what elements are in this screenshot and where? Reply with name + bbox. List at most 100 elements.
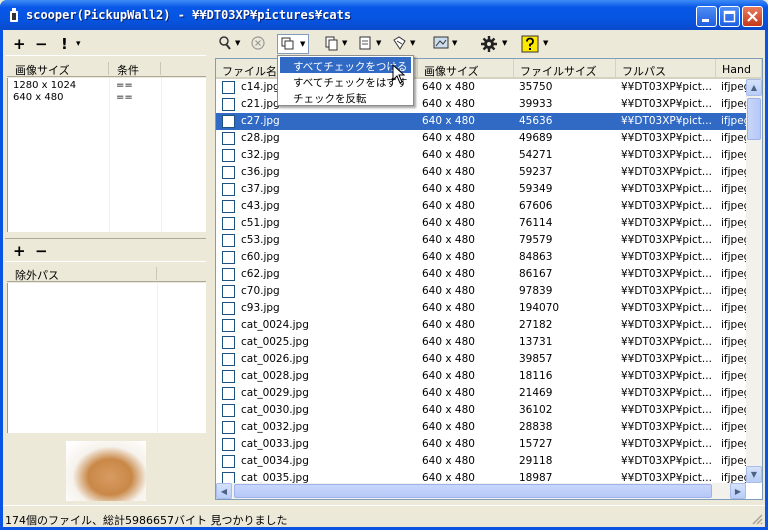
condition-dropdown-arrow[interactable]: ▾ bbox=[76, 39, 81, 49]
copy-icon[interactable] bbox=[325, 35, 339, 53]
table-row[interactable]: cat_0028.jpg 640 x 480 18116 ¥¥DT03XP¥pict.… bbox=[216, 368, 746, 385]
list-item[interactable]: 1280 x 1024 == bbox=[8, 80, 205, 92]
add-size-filter-button[interactable]: + bbox=[13, 35, 26, 53]
table-row[interactable]: c60.jpg 640 x 480 84863 ¥¥DT03XP¥pict... ifj… bbox=[216, 249, 746, 266]
table-row[interactable]: c32.jpg 640 x 480 54271 ¥¥DT03XP¥pict... ifj… bbox=[216, 147, 746, 164]
table-row[interactable]: cat_0025.jpg 640 x 480 13731 ¥¥DT03XP¥pict.… bbox=[216, 334, 746, 351]
table-row[interactable]: cat_0035.jpg 640 x 480 18987 ¥¥DT03XP¥pict.… bbox=[216, 470, 746, 483]
row-checkbox[interactable] bbox=[222, 438, 235, 451]
close-button[interactable] bbox=[742, 6, 763, 27]
scroll-down-button[interactable]: ▼ bbox=[746, 466, 762, 483]
view-icon[interactable] bbox=[433, 35, 449, 53]
row-checkbox[interactable] bbox=[222, 183, 235, 196]
table-row[interactable]: cat_0034.jpg 640 x 480 29118 ¥¥DT03XP¥pict.… bbox=[216, 453, 746, 470]
row-checkbox[interactable] bbox=[222, 81, 235, 94]
table-row[interactable]: c62.jpg 640 x 480 86167 ¥¥DT03XP¥pict... ifj… bbox=[216, 266, 746, 283]
row-checkbox[interactable] bbox=[222, 234, 235, 247]
table-row[interactable]: c70.jpg 640 x 480 97839 ¥¥DT03XP¥pict... ifj… bbox=[216, 283, 746, 300]
col-full-path[interactable]: フルパス bbox=[616, 59, 716, 77]
col-condition[interactable]: 条件 bbox=[109, 62, 161, 77]
row-checkbox[interactable] bbox=[222, 421, 235, 434]
file-size: 21469 bbox=[519, 387, 553, 399]
row-checkbox[interactable] bbox=[222, 98, 235, 111]
window-title: scooper(PickupWall2) - ¥¥DT03XP¥pictures… bbox=[26, 8, 352, 22]
table-row[interactable]: cat_0024.jpg 640 x 480 27182 ¥¥DT03XP¥pict.… bbox=[216, 317, 746, 334]
col-exclude-path[interactable]: 除外パス bbox=[7, 267, 157, 282]
remove-size-filter-button[interactable]: − bbox=[35, 35, 48, 53]
scroll-up-button[interactable]: ▲ bbox=[746, 79, 762, 96]
row-checkbox[interactable] bbox=[222, 268, 235, 281]
row-checkbox[interactable] bbox=[222, 404, 235, 417]
table-row[interactable]: cat_0030.jpg 640 x 480 36102 ¥¥DT03XP¥pict.… bbox=[216, 402, 746, 419]
add-exclude-path-button[interactable]: + bbox=[13, 242, 26, 260]
row-checkbox[interactable] bbox=[222, 319, 235, 332]
search-dropdown-arrow[interactable]: ▼ bbox=[235, 39, 240, 47]
horizontal-scrollbar[interactable]: ◀ ▶ bbox=[216, 483, 746, 499]
table-row[interactable]: c27.jpg 640 x 480 45636 ¥¥DT03XP¥pict... ifj… bbox=[216, 113, 746, 130]
row-checkbox[interactable] bbox=[222, 132, 235, 145]
settings-gear-icon[interactable] bbox=[480, 35, 498, 53]
col-image-size[interactable]: 画像サイズ bbox=[418, 59, 514, 77]
table-row[interactable]: c43.jpg 640 x 480 67606 ¥¥DT03XP¥pict... ifj… bbox=[216, 198, 746, 215]
copy-dropdown-arrow[interactable]: ▼ bbox=[342, 39, 347, 47]
menu-item-invert-check[interactable]: チェックを反転 bbox=[280, 89, 411, 105]
help-dropdown-arrow[interactable]: ▼ bbox=[543, 39, 548, 47]
row-checkbox[interactable] bbox=[222, 455, 235, 468]
row-checkbox[interactable] bbox=[222, 115, 235, 128]
vertical-scrollbar[interactable]: ▲ ▼ bbox=[746, 79, 762, 483]
full-path: ¥¥DT03XP¥pict... bbox=[621, 302, 712, 314]
delete-dropdown-arrow[interactable]: ▼ bbox=[410, 39, 415, 47]
table-row[interactable]: cat_0026.jpg 640 x 480 39857 ¥¥DT03XP¥pict.… bbox=[216, 351, 746, 368]
settings-dropdown-arrow[interactable]: ▼ bbox=[502, 39, 507, 47]
full-path: ¥¥DT03XP¥pict... bbox=[621, 421, 712, 433]
row-checkbox[interactable] bbox=[222, 251, 235, 264]
stop-icon[interactable] bbox=[251, 35, 265, 53]
row-checkbox[interactable] bbox=[222, 387, 235, 400]
search-icon[interactable] bbox=[218, 35, 232, 53]
size-filter-list[interactable]: 1280 x 1024 == 640 x 480 == bbox=[7, 78, 206, 232]
move-icon[interactable] bbox=[358, 35, 372, 53]
view-dropdown-arrow[interactable]: ▼ bbox=[452, 39, 457, 47]
row-checkbox[interactable] bbox=[222, 302, 235, 315]
table-row[interactable]: c93.jpg 640 x 480 194070 ¥¥DT03XP¥pict... if… bbox=[216, 300, 746, 317]
file-list[interactable]: ファイル名 画像サイズ ファイルサイズ フルパス Hand c14.jpg 640… bbox=[215, 58, 763, 500]
col-file-size[interactable]: ファイルサイズ bbox=[514, 59, 616, 77]
resize-grip-icon[interactable] bbox=[751, 513, 763, 525]
row-checkbox[interactable] bbox=[222, 336, 235, 349]
move-dropdown-arrow[interactable]: ▼ bbox=[376, 39, 381, 47]
exclude-path-list[interactable] bbox=[7, 283, 206, 433]
table-row[interactable]: cat_0029.jpg 640 x 480 21469 ¥¥DT03XP¥pict.… bbox=[216, 385, 746, 402]
table-row[interactable]: c51.jpg 640 x 480 76114 ¥¥DT03XP¥pict... ifj… bbox=[216, 215, 746, 232]
table-row[interactable]: c53.jpg 640 x 480 79579 ¥¥DT03XP¥pict... ifj… bbox=[216, 232, 746, 249]
row-checkbox[interactable] bbox=[222, 149, 235, 162]
check-menu-button[interactable]: ▼ bbox=[277, 34, 309, 54]
row-checkbox[interactable] bbox=[222, 472, 235, 483]
col-image-size[interactable]: 画像サイズ bbox=[7, 62, 109, 77]
row-checkbox[interactable] bbox=[222, 200, 235, 213]
condition-button[interactable]: ! bbox=[61, 35, 68, 53]
full-path: ¥¥DT03XP¥pict... bbox=[621, 251, 712, 263]
vertical-scroll-thumb[interactable] bbox=[747, 98, 761, 140]
table-row[interactable]: c37.jpg 640 x 480 59349 ¥¥DT03XP¥pict... ifj… bbox=[216, 181, 746, 198]
minimize-button[interactable] bbox=[696, 6, 717, 27]
row-checkbox[interactable] bbox=[222, 217, 235, 230]
remove-exclude-path-button[interactable]: − bbox=[35, 242, 48, 260]
maximize-button[interactable] bbox=[719, 6, 740, 27]
row-checkbox[interactable] bbox=[222, 166, 235, 179]
scroll-left-button[interactable]: ◀ bbox=[216, 483, 232, 499]
list-item[interactable]: 640 x 480 == bbox=[8, 92, 205, 104]
table-row[interactable]: c28.jpg 640 x 480 49689 ¥¥DT03XP¥pict... ifj… bbox=[216, 130, 746, 147]
help-icon[interactable] bbox=[521, 35, 539, 53]
table-row[interactable]: cat_0033.jpg 640 x 480 15727 ¥¥DT03XP¥pict.… bbox=[216, 436, 746, 453]
row-checkbox[interactable] bbox=[222, 353, 235, 366]
scroll-right-button[interactable]: ▶ bbox=[730, 483, 746, 499]
row-checkbox[interactable] bbox=[222, 370, 235, 383]
col-handler[interactable]: Hand bbox=[716, 59, 762, 77]
table-row[interactable]: c36.jpg 640 x 480 59237 ¥¥DT03XP¥pict... ifj… bbox=[216, 164, 746, 181]
delete-icon[interactable] bbox=[391, 35, 407, 53]
title-bar[interactable]: scooper(PickupWall2) - ¥¥DT03XP¥pictures… bbox=[0, 0, 768, 30]
table-row[interactable]: cat_0032.jpg 640 x 480 28838 ¥¥DT03XP¥pict.… bbox=[216, 419, 746, 436]
horizontal-scroll-thumb[interactable] bbox=[234, 484, 712, 498]
row-checkbox[interactable] bbox=[222, 285, 235, 298]
image-dimensions: 640 x 480 bbox=[422, 268, 475, 280]
